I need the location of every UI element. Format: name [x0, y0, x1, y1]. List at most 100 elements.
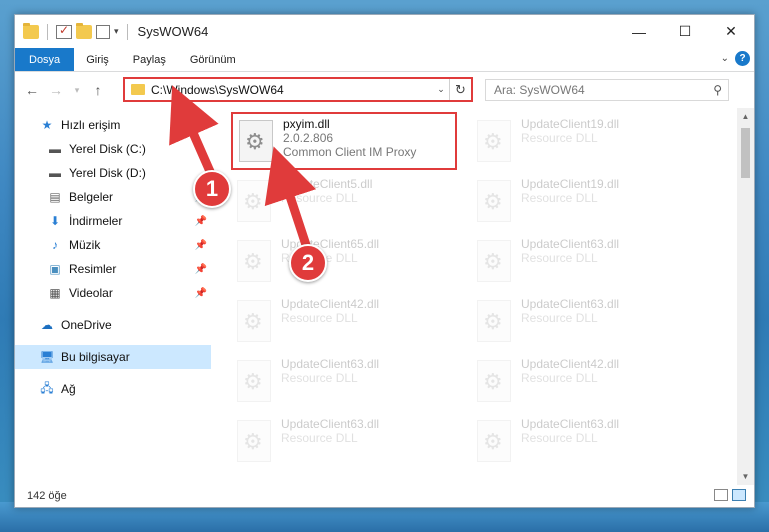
download-icon: ⬇: [49, 214, 61, 228]
file-type: Resource DLL: [521, 131, 598, 145]
drive-icon: ▬: [49, 166, 61, 180]
file-type: Resource DLL: [281, 371, 358, 385]
dll-file-icon: ⚙: [477, 240, 511, 282]
nav-buttons: ← → ▾ ↑: [15, 82, 105, 98]
toolbar-dropdown-icon[interactable]: ▾: [114, 26, 119, 37]
pin-icon[interactable]: 📌: [195, 240, 207, 251]
file-name: UpdateClient63.dll: [521, 237, 620, 251]
dll-file-icon: ⚙: [237, 360, 271, 402]
file-tile[interactable]: ⚙ UpdateClient63.dll Resource DLL: [471, 294, 696, 352]
pin-icon[interactable]: 📌: [195, 216, 207, 227]
file-tile-pxyim[interactable]: ⚙ pxyim.dll 2.0.2.806 Common Client IM P…: [231, 112, 457, 170]
file-tile[interactable]: ⚙ UpdateClient19.dll Resource DLL: [471, 114, 696, 172]
navigation-pane: ★ Hızlı erişim ▬ Yerel Disk (C:) ▬ Yerel…: [15, 108, 211, 485]
details-view-icon[interactable]: [714, 489, 728, 501]
tab-view[interactable]: Görünüm: [178, 48, 248, 71]
gear-icon: ⚙: [483, 129, 503, 154]
view-toggle: [714, 489, 746, 501]
sidebar-item-videos[interactable]: ▦ Videolar 📌: [15, 281, 211, 305]
properties-check-icon[interactable]: [56, 23, 72, 39]
sidebar-item-downloads[interactable]: ⬇ İndirmeler 📌: [15, 209, 211, 233]
dll-file-icon: ⚙: [477, 360, 511, 402]
refresh-icon[interactable]: ↻: [449, 79, 471, 100]
computer-icon: 🖥: [39, 350, 55, 364]
dll-file-icon: ⚙: [237, 240, 271, 282]
step-1-badge: 1: [193, 170, 231, 208]
toolbar-separator: [126, 23, 128, 40]
minimize-button[interactable]: —: [616, 15, 662, 48]
file-tile[interactable]: ⚙ UpdateClient63.dll Resource DLL: [231, 354, 456, 412]
file-tile[interactable]: ⚙ UpdateClient5.dll Resource DLL: [231, 174, 456, 232]
address-dropdown-icon[interactable]: ⌄: [433, 84, 449, 95]
file-tile[interactable]: ⚙ UpdateClient63.dll Resource DLL: [471, 414, 696, 472]
dll-file-icon: ⚙: [239, 120, 273, 162]
cloud-icon: ☁: [41, 318, 53, 332]
sidebar-item-disk-c[interactable]: ▬ Yerel Disk (C:): [15, 137, 211, 161]
gear-icon: ⚙: [483, 309, 503, 334]
gear-icon: ⚙: [483, 369, 503, 394]
file-tile[interactable]: ⚙ UpdateClient42.dll Resource DLL: [471, 354, 696, 412]
expand-ribbon-icon[interactable]: ⌄: [721, 53, 729, 64]
file-tile[interactable]: ⚙ UpdateClient42.dll Resource DLL: [231, 294, 456, 352]
help-icon[interactable]: ?: [735, 51, 750, 66]
address-bar[interactable]: C:\Windows\SysWOW64 ⌄ ↻: [123, 77, 473, 102]
file-name: pxyim.dll: [283, 117, 330, 131]
search-icon[interactable]: ⚲: [713, 83, 722, 97]
sidebar-item-music[interactable]: ♪ Müzik 📌: [15, 233, 211, 257]
file-tile[interactable]: ⚙ UpdateClient65.dllResource DLL: [231, 234, 456, 292]
file-type: Resource DLL: [521, 311, 598, 325]
file-tile[interactable]: ⚙ UpdateClient19.dll Resource DLL: [471, 174, 696, 232]
sidebar-item-onedrive[interactable]: ☁ OneDrive: [15, 313, 211, 337]
file-name: UpdateClient19.dll: [521, 117, 620, 131]
sidebar-item-quick-access[interactable]: ★ Hızlı erişim: [15, 113, 211, 137]
star-icon: ★: [41, 118, 53, 132]
file-tile[interactable]: ⚙ UpdateClient63.dll Resource DLL: [231, 414, 456, 472]
file-name: UpdateClient42.dll: [281, 297, 380, 311]
sidebar-item-network[interactable]: 🖧 Ağ: [15, 377, 211, 401]
up-arrow-icon[interactable]: ↑: [91, 82, 105, 98]
sidebar-item-this-pc[interactable]: 🖥 Bu bilgisayar: [15, 345, 211, 369]
documents-icon: ▤: [49, 190, 61, 204]
dll-file-icon: ⚙: [477, 300, 511, 342]
forward-arrow-icon[interactable]: →: [49, 82, 63, 98]
recent-locations-icon[interactable]: ▾: [73, 85, 81, 96]
window-title: SysWOW64: [137, 24, 209, 39]
address-path[interactable]: C:\Windows\SysWOW64: [151, 83, 433, 97]
drive-icon: ▬: [49, 142, 61, 156]
scroll-down-icon[interactable]: ▼: [737, 468, 754, 485]
pin-icon[interactable]: 📌: [195, 264, 207, 275]
file-type: Resource DLL: [521, 371, 598, 385]
vertical-scrollbar[interactable]: ▲ ▼: [737, 108, 754, 485]
gear-icon: ⚙: [245, 129, 265, 154]
folder-icon: [131, 84, 145, 95]
tab-file[interactable]: Dosya: [15, 48, 75, 71]
sidebar-item-documents[interactable]: ▤ Belgeler 📌: [15, 185, 211, 209]
file-tile[interactable]: ⚙ UpdateClient63.dll Resource DLL: [471, 234, 696, 292]
file-list: ⚙ pxyim.dll 2.0.2.806 Common Client IM P…: [211, 108, 754, 485]
scroll-up-icon[interactable]: ▲: [737, 108, 754, 125]
step-2-badge: 2: [289, 244, 327, 282]
file-version: 2.0.2.806: [283, 131, 334, 145]
customize-toolbar-icon[interactable]: [96, 24, 110, 39]
file-type: Resource DLL: [281, 431, 358, 445]
sidebar-item-label: Müzik: [69, 238, 101, 252]
back-arrow-icon[interactable]: ←: [25, 82, 39, 98]
tab-share[interactable]: Paylaş: [121, 48, 178, 71]
pin-icon[interactable]: 📌: [195, 288, 207, 299]
sidebar-item-label: Resimler: [69, 262, 117, 276]
tab-home[interactable]: Giriş: [74, 48, 121, 71]
maximize-button[interactable]: ☐: [662, 15, 708, 48]
scrollbar-thumb[interactable]: [741, 128, 750, 178]
network-icon: 🖧: [40, 380, 54, 395]
window-controls: — ☐ ✕: [616, 15, 754, 48]
close-button[interactable]: ✕: [708, 15, 754, 48]
new-folder-icon[interactable]: [76, 22, 92, 39]
toolbar-separator: [47, 23, 48, 40]
sidebar-item-pictures[interactable]: ▣ Resimler 📌: [15, 257, 211, 281]
large-icons-view-icon[interactable]: [732, 489, 746, 501]
search-input[interactable]: Ara: SysWOW64 ⚲: [485, 79, 729, 101]
file-explorer-window: ▾ SysWOW64 — ☐ ✕ Dosya Giriş Paylaş Görü…: [14, 14, 755, 508]
sidebar-item-disk-d[interactable]: ▬ Yerel Disk (D:): [15, 161, 211, 185]
file-name: UpdateClient5.dll: [281, 177, 373, 191]
